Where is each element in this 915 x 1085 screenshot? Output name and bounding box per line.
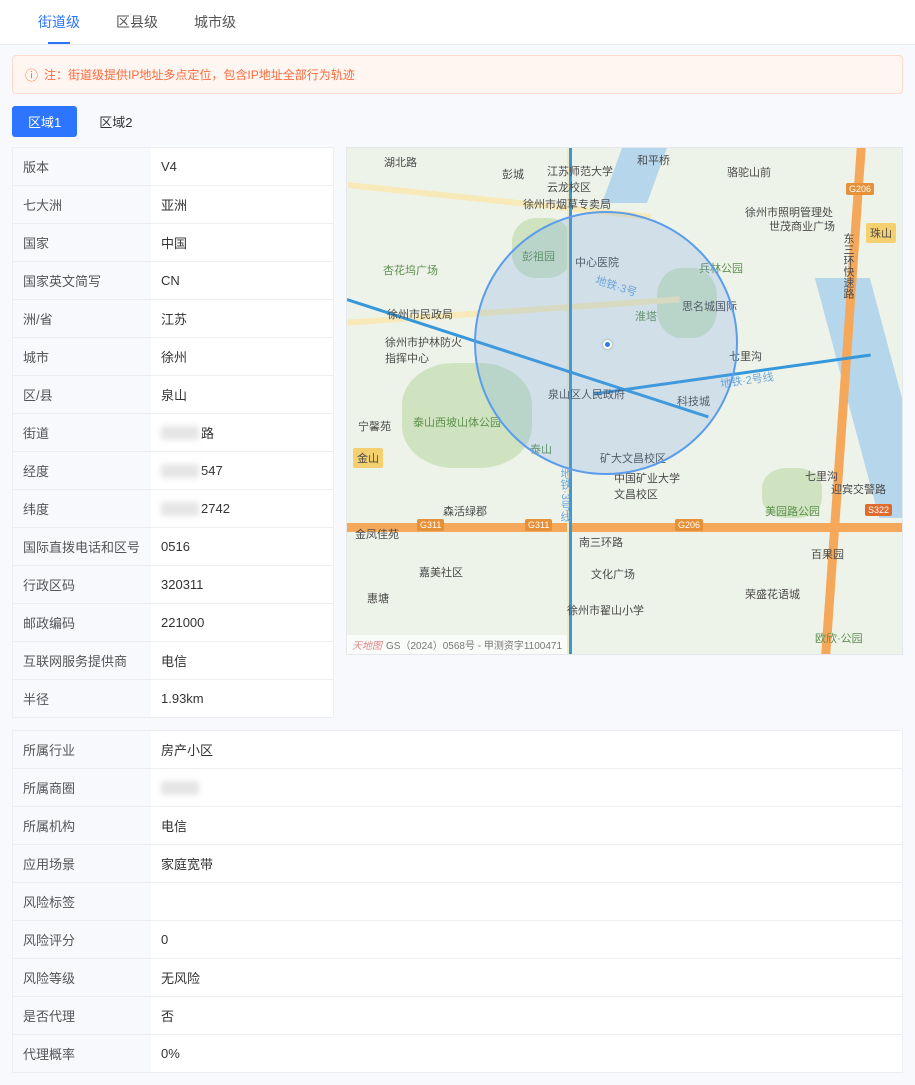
map-attribution: 天地图GS（2024）0568号 - 甲测资字1100471 xyxy=(347,635,567,654)
tab-district[interactable]: 区县级 xyxy=(98,0,176,44)
lower-table: 所属行业房产小区 所属商圈 所属机构电信 应用场景家庭宽带 风险标签 风险评分0… xyxy=(12,730,903,1073)
value-risk-level: 无风险 xyxy=(151,959,902,996)
label-county: 区/县 xyxy=(13,376,151,413)
poi: 嘉美社区 xyxy=(419,564,463,580)
value-isp: 电信 xyxy=(151,642,333,679)
poi: 惠塘 xyxy=(367,590,389,606)
value-city: 徐州 xyxy=(151,338,333,375)
label-idd: 国际直拨电话和区号 xyxy=(13,528,151,565)
poi: 江苏师范大学 云龙校区 xyxy=(547,163,613,195)
label-admin: 行政区码 xyxy=(13,566,151,603)
poi: 徐州市翟山小学 xyxy=(567,602,644,618)
label-scene: 应用场景 xyxy=(13,845,151,882)
poi: 徐州市护林防火 指挥中心 xyxy=(385,334,462,366)
value-county: 泉山 xyxy=(151,376,333,413)
value-idd: 0516 xyxy=(151,530,333,563)
road-shield: S322 xyxy=(865,504,892,516)
level-tabs: 街道级 区县级 城市级 xyxy=(0,0,915,45)
value-country: 中国 xyxy=(151,224,333,261)
value-continent: 亚洲 xyxy=(151,186,333,223)
area-tab-2[interactable]: 区域2 xyxy=(83,106,148,137)
poi: 杏花坞广场 xyxy=(383,262,438,278)
value-risk-score: 0 xyxy=(151,923,902,956)
map[interactable]: 湖北路 彭城 江苏师范大学 云龙校区 和平桥 骆驼山前 徐州市烟草专卖局 徐州市… xyxy=(346,147,903,655)
label-country: 国家 xyxy=(13,224,151,261)
notice-text: 街道级提供IP地址多点定位，包含IP地址全部行为轨迹 xyxy=(68,66,355,83)
label-country-en: 国家英文简写 xyxy=(13,262,151,299)
tab-city[interactable]: 城市级 xyxy=(176,0,254,44)
poi: 荣盛花语城 xyxy=(745,586,800,602)
road-shield: G311 xyxy=(525,519,552,531)
label-version: 版本 xyxy=(13,148,151,185)
label-isp: 互联网服务提供商 xyxy=(13,642,151,679)
label-risk-level: 风险等级 xyxy=(13,959,151,996)
value-lat: 2742 xyxy=(151,492,333,525)
poi: 骆驼山前 xyxy=(727,164,771,180)
label-proxy: 是否代理 xyxy=(13,997,151,1034)
poi: 文化广场 xyxy=(591,566,635,582)
label-continent: 七大洲 xyxy=(13,186,151,223)
poi: 森活绿郡 xyxy=(443,503,487,519)
poi: 徐州市照明管理处 xyxy=(745,204,833,220)
value-scene: 家庭宽带 xyxy=(151,845,902,882)
tab-street[interactable]: 街道级 xyxy=(20,0,98,44)
value-biz-area xyxy=(151,772,902,804)
notice-prefix: 注： xyxy=(44,66,68,83)
poi: 世茂商业广场 xyxy=(769,218,835,234)
label-province: 洲/省 xyxy=(13,300,151,337)
poi: 宁馨苑 xyxy=(358,418,391,434)
poi: 珠山 xyxy=(866,223,896,243)
value-radius: 1.93km xyxy=(151,682,333,715)
map-canvas: 湖北路 彭城 江苏师范大学 云龙校区 和平桥 骆驼山前 徐州市烟草专卖局 徐州市… xyxy=(347,148,902,654)
value-proxy: 否 xyxy=(151,997,902,1034)
label-proxy-rate: 代理概率 xyxy=(13,1035,151,1072)
label-lng: 经度 xyxy=(13,452,151,489)
value-admin: 320311 xyxy=(151,568,333,601)
poi: 金山 xyxy=(353,448,383,468)
value-risk-tag xyxy=(151,893,902,911)
road-shield: G206 xyxy=(675,519,703,531)
info-icon: ⓘ xyxy=(25,65,38,84)
value-proxy-rate: 0% xyxy=(151,1037,902,1070)
value-lng: 547 xyxy=(151,454,333,487)
value-zip: 221000 xyxy=(151,606,333,639)
label-street: 街道 xyxy=(13,414,151,451)
poi: 彭城 xyxy=(502,166,524,182)
value-version: V4 xyxy=(151,150,333,183)
value-org: 电信 xyxy=(151,807,902,844)
label-biz-area: 所属商圈 xyxy=(13,769,151,806)
notice-banner: ⓘ 注： 街道级提供IP地址多点定位，包含IP地址全部行为轨迹 xyxy=(12,55,903,94)
value-street: 路 xyxy=(151,414,333,451)
label-risk-tag: 风险标签 xyxy=(13,883,151,920)
label-industry: 所属行业 xyxy=(13,731,151,768)
value-province: 江苏 xyxy=(151,300,333,337)
label-radius: 半径 xyxy=(13,680,151,717)
value-industry: 房产小区 xyxy=(151,731,902,768)
label-risk-score: 风险评分 xyxy=(13,921,151,958)
poi: 湖北路 xyxy=(384,154,417,170)
poi: 中国矿业大学 文昌校区 xyxy=(614,470,680,502)
label-lat: 纬度 xyxy=(13,490,151,527)
label-city: 城市 xyxy=(13,338,151,375)
area-tabs: 区域1 区域2 xyxy=(0,106,915,147)
center-marker xyxy=(603,340,612,349)
poi: 南三环路 xyxy=(579,534,623,550)
label-org: 所属机构 xyxy=(13,807,151,844)
info-table: 版本V4 七大洲亚洲 国家中国 国家英文简写CN 洲/省江苏 城市徐州 区/县泉… xyxy=(12,147,334,718)
area-tab-1[interactable]: 区域1 xyxy=(12,106,77,137)
label-zip: 邮政编码 xyxy=(13,604,151,641)
road-shield: G311 xyxy=(417,519,444,531)
value-country-en: CN xyxy=(151,264,333,297)
road-shield: G206 xyxy=(846,183,874,195)
